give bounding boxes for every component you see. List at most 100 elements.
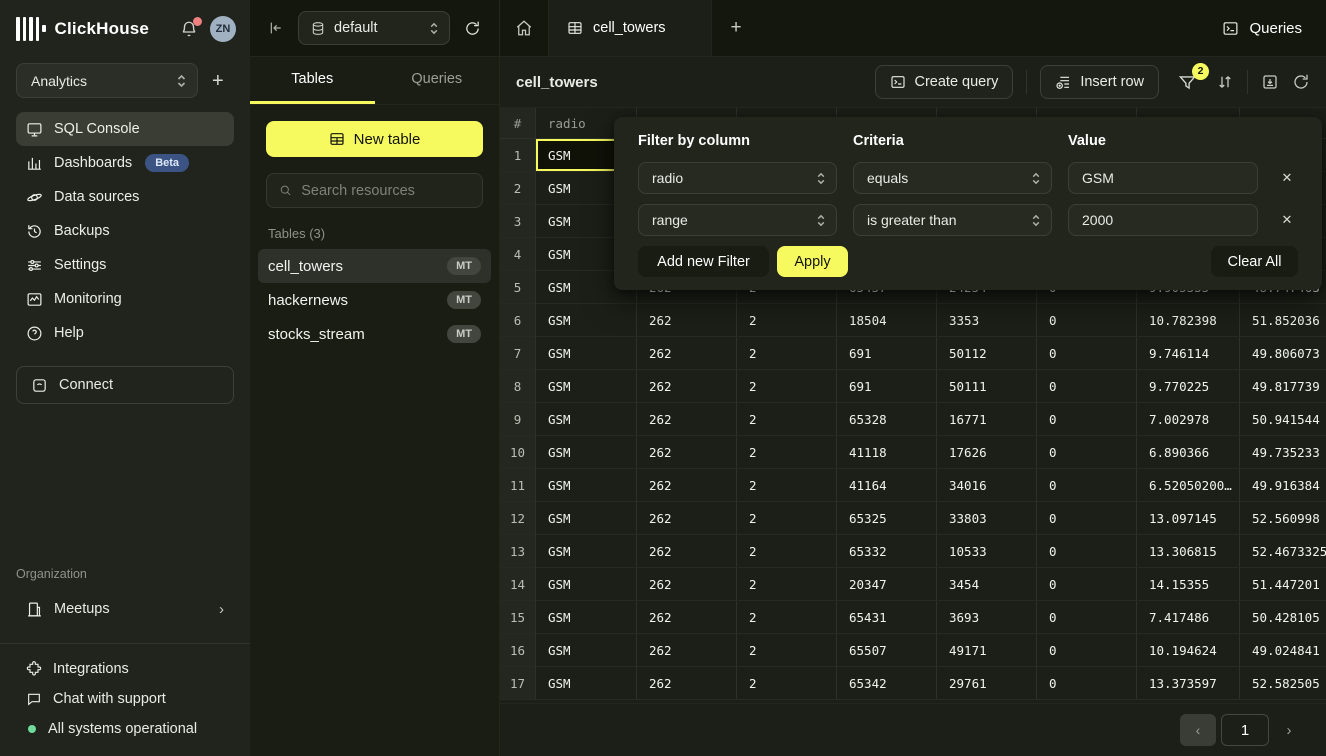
table-cell[interactable]: 41164 — [837, 469, 937, 502]
table-cell[interactable]: 7.002978 — [1137, 403, 1240, 436]
table-cell[interactable]: 0 — [1037, 667, 1137, 700]
sidebar-item-sql-console[interactable]: SQL Console — [16, 112, 234, 146]
table-cell[interactable]: GSM — [536, 667, 637, 700]
sidebar-item-settings[interactable]: Settings — [16, 248, 234, 282]
table-cell[interactable]: 10.782398 — [1137, 304, 1240, 337]
previous-page-button[interactable]: ‹ — [1180, 714, 1216, 746]
search-resources-box[interactable] — [266, 173, 483, 208]
clear-all-button[interactable]: Clear All — [1211, 246, 1298, 277]
table-cell[interactable]: 262 — [637, 436, 737, 469]
table-cell[interactable]: 65431 — [837, 601, 937, 634]
filter-criteria-select[interactable]: equals — [853, 162, 1052, 194]
table-cell[interactable]: 2 — [737, 436, 837, 469]
table-cell[interactable]: 49171 — [937, 634, 1037, 667]
table-cell[interactable]: 29761 — [937, 667, 1037, 700]
table-cell[interactable]: GSM — [536, 370, 637, 403]
table-cell[interactable]: 6.52050200… — [1137, 469, 1240, 502]
organization-select[interactable]: Analytics — [16, 63, 198, 98]
table-cell[interactable]: 20347 — [837, 568, 937, 601]
remove-filter-icon[interactable]: ✕ — [1276, 209, 1298, 231]
table-cell[interactable]: 2 — [737, 601, 837, 634]
table-cell[interactable]: 3693 — [937, 601, 1037, 634]
sidebar-item-data-sources[interactable]: Data sources — [16, 180, 234, 214]
connect-button[interactable]: Connect — [16, 366, 234, 404]
new-tab-button[interactable]: + — [712, 0, 760, 56]
table-cell[interactable]: 52.4673325 — [1240, 535, 1326, 568]
queries-button[interactable]: Queries — [1198, 0, 1326, 56]
table-cell[interactable]: GSM — [536, 436, 637, 469]
table-cell[interactable]: 262 — [637, 568, 737, 601]
filter-criteria-select[interactable]: is greater than — [853, 204, 1052, 236]
table-list-item-cell-towers[interactable]: cell_towers MT — [258, 249, 491, 283]
table-cell[interactable]: 7.417486 — [1137, 601, 1240, 634]
table-cell[interactable]: 262 — [637, 535, 737, 568]
apply-filter-button[interactable]: Apply — [777, 246, 848, 277]
tab-tables[interactable]: Tables — [250, 57, 375, 104]
table-cell[interactable]: 49.735233 — [1240, 436, 1326, 469]
table-cell[interactable]: 262 — [637, 601, 737, 634]
sidebar-item-backups[interactable]: Backups — [16, 214, 234, 248]
refresh-data-button[interactable] — [1292, 73, 1310, 91]
table-cell[interactable]: 262 — [637, 370, 737, 403]
table-cell[interactable]: 10.194624 — [1137, 634, 1240, 667]
tab-cell-towers[interactable]: cell_towers — [548, 0, 712, 56]
table-cell[interactable]: 2 — [737, 634, 837, 667]
table-cell[interactable]: 65328 — [837, 403, 937, 436]
insert-row-button[interactable]: Insert row — [1040, 65, 1159, 99]
table-cell[interactable]: 6.890366 — [1137, 436, 1240, 469]
table-cell[interactable]: 3454 — [937, 568, 1037, 601]
add-filter-button[interactable]: Add new Filter — [638, 246, 769, 277]
sidebar-item-meetups[interactable]: Meetups › — [16, 591, 234, 627]
table-cell[interactable]: 17626 — [937, 436, 1037, 469]
table-cell[interactable]: 14.15355 — [1137, 568, 1240, 601]
table-cell[interactable]: 13.373597 — [1137, 667, 1240, 700]
table-cell[interactable]: 16771 — [937, 403, 1037, 436]
table-cell[interactable]: 65325 — [837, 502, 937, 535]
table-cell[interactable]: 51.852036 — [1240, 304, 1326, 337]
search-resources-input[interactable] — [301, 183, 470, 199]
table-cell[interactable]: 0 — [1037, 469, 1137, 502]
table-cell[interactable]: 0 — [1037, 502, 1137, 535]
table-cell[interactable]: 65342 — [837, 667, 937, 700]
download-button[interactable] — [1261, 73, 1279, 91]
table-cell[interactable]: 0 — [1037, 601, 1137, 634]
table-cell[interactable]: GSM — [536, 403, 637, 436]
table-cell[interactable]: 2 — [737, 667, 837, 700]
new-table-button[interactable]: New table — [266, 121, 483, 157]
table-cell[interactable]: GSM — [536, 535, 637, 568]
table-cell[interactable]: GSM — [536, 601, 637, 634]
table-cell[interactable]: 2 — [737, 337, 837, 370]
system-status[interactable]: All systems operational — [0, 714, 250, 744]
create-query-button[interactable]: Create query — [875, 65, 1014, 99]
table-cell[interactable]: 52.560998 — [1240, 502, 1326, 535]
table-cell[interactable]: GSM — [536, 469, 637, 502]
filter-value-input[interactable] — [1082, 170, 1247, 186]
table-cell[interactable]: 2 — [737, 502, 837, 535]
next-page-button[interactable]: › — [1274, 714, 1304, 746]
current-page-indicator[interactable]: 1 — [1221, 714, 1269, 746]
table-cell[interactable]: 0 — [1037, 304, 1137, 337]
database-select[interactable]: default — [298, 11, 450, 45]
avatar[interactable]: ZN — [210, 16, 236, 42]
filter-button[interactable]: 2 — [1172, 69, 1203, 96]
table-cell[interactable]: GSM — [536, 502, 637, 535]
sidebar-item-help[interactable]: Help — [16, 316, 234, 350]
table-list-item-stocks-stream[interactable]: stocks_stream MT — [258, 317, 491, 351]
table-cell[interactable]: 2 — [737, 568, 837, 601]
table-cell[interactable]: 2 — [737, 535, 837, 568]
table-cell[interactable]: 2 — [737, 304, 837, 337]
table-cell[interactable]: 13.097145 — [1137, 502, 1240, 535]
table-cell[interactable]: 49.024841 — [1240, 634, 1326, 667]
table-cell[interactable]: 0 — [1037, 535, 1137, 568]
table-cell[interactable]: 50112 — [937, 337, 1037, 370]
table-cell[interactable]: 65332 — [837, 535, 937, 568]
table-cell[interactable]: 0 — [1037, 337, 1137, 370]
table-cell[interactable]: 49.916384 — [1240, 469, 1326, 502]
table-cell[interactable]: 50111 — [937, 370, 1037, 403]
table-cell[interactable]: 50.428105 — [1240, 601, 1326, 634]
table-cell[interactable]: 51.447201 — [1240, 568, 1326, 601]
table-cell[interactable]: 262 — [637, 667, 737, 700]
table-cell[interactable]: 0 — [1037, 403, 1137, 436]
sidebar-item-dashboards[interactable]: Dashboards Beta — [16, 146, 234, 180]
tab-queries[interactable]: Queries — [375, 57, 500, 104]
